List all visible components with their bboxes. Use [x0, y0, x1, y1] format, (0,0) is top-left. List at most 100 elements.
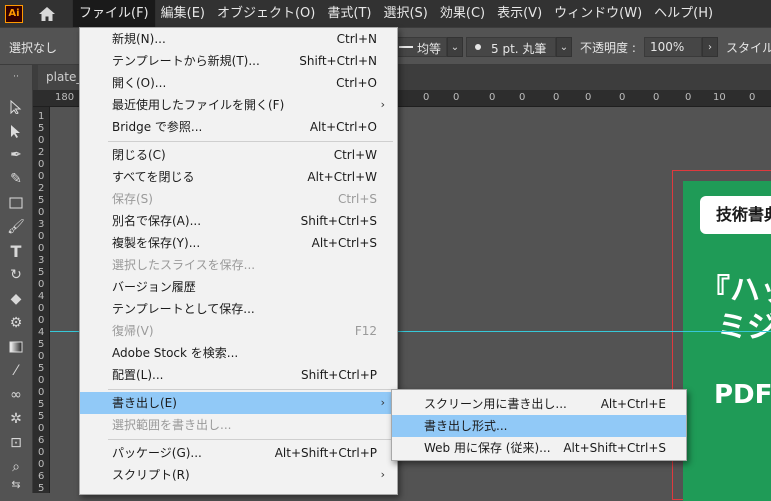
- ruler-label: 0: [38, 351, 45, 362]
- rectangle-tool-icon[interactable]: [4, 193, 28, 213]
- menu-item-new-from-template[interactable]: テンプレートから新規(T)... Shift+Ctrl+N: [80, 50, 397, 72]
- ruler-label: 3: [38, 255, 45, 266]
- menu-object[interactable]: オブジェクト(O): [211, 0, 321, 27]
- ruler-label: 0: [38, 231, 45, 242]
- paintbrush-tool-icon[interactable]: 🖌: [4, 217, 28, 237]
- menu-bar: Ai ファイル(F) 編集(E) オブジェクト(O) 書式(T) 選択(S) 効…: [0, 0, 771, 28]
- opacity-input[interactable]: 100%: [644, 37, 702, 57]
- pen-tool-icon[interactable]: ✒: [4, 145, 28, 165]
- curvature-tool-icon[interactable]: ✎: [4, 169, 28, 189]
- symbol-sprayer-tool-icon[interactable]: ✲: [4, 409, 28, 429]
- stroke-style-label: 均等: [417, 42, 442, 56]
- menu-item-new[interactable]: 新規(N)... Ctrl+N: [80, 28, 397, 50]
- stroke-line-icon: [399, 46, 413, 48]
- illustrator-logo: Ai: [5, 4, 23, 23]
- ruler-label: 0: [38, 171, 45, 182]
- rotate-tool-icon[interactable]: ↻: [4, 265, 28, 285]
- panel-collapse-icon[interactable]: ··: [4, 67, 28, 87]
- menu-file[interactable]: ファイル(F): [72, 0, 156, 28]
- menu-view[interactable]: 表示(V): [491, 0, 548, 27]
- menu-item-save-selected-slices[interactable]: 選択したスライスを保存...: [80, 254, 397, 276]
- menu-separator: [108, 439, 393, 440]
- stroke-style-select[interactable]: 均等: [392, 37, 447, 57]
- menu-item-open-recent[interactable]: 最近使用したファイルを開く(F) ›: [80, 94, 397, 116]
- menu-item-export[interactable]: 書き出し(E) ›: [80, 392, 397, 414]
- menu-type[interactable]: 書式(T): [321, 0, 377, 27]
- artboard-title-line2: ミジ: [717, 310, 771, 345]
- menu-item-save-as[interactable]: 別名で保存(A)... Shift+Ctrl+S: [80, 210, 397, 232]
- ruler-label: 0: [38, 447, 45, 458]
- menu-item-close[interactable]: 閉じる(C) Ctrl+W: [80, 144, 397, 166]
- ruler-label: 0: [38, 387, 45, 398]
- brush-chevron-icon[interactable]: ⌄: [556, 37, 572, 57]
- stroke-style-chevron-icon[interactable]: ⌄: [447, 37, 463, 57]
- menu-separator: [108, 389, 393, 390]
- ruler-label: 6: [38, 471, 45, 482]
- menu-item-save-copy[interactable]: 複製を保存(Y)... Alt+Ctrl+S: [80, 232, 397, 254]
- menu-edit[interactable]: 編集(E): [155, 0, 211, 27]
- menu-item-scripts[interactable]: スクリプト(R) ›: [80, 464, 397, 486]
- selection-status: 選択なし: [9, 41, 58, 55]
- menu-select[interactable]: 選択(S): [377, 0, 433, 27]
- menu-item-export-selection[interactable]: 選択範囲を書き出し...: [80, 414, 397, 436]
- ruler-label: 4: [38, 291, 45, 302]
- brush-select[interactable]: 5 pt. 丸筆: [466, 37, 556, 57]
- menu-help[interactable]: ヘルプ(H): [648, 0, 719, 27]
- selection-tool-icon[interactable]: [4, 97, 28, 117]
- ruler-label: 0: [38, 279, 45, 290]
- brush-dot-icon: [475, 44, 481, 50]
- menu-item-save-as-template[interactable]: テンプレートとして保存...: [80, 298, 397, 320]
- menu-item-package[interactable]: パッケージ(G)... Alt+Shift+Ctrl+P: [80, 442, 397, 464]
- ruler-label: 5: [38, 363, 45, 374]
- ruler-label: 5: [38, 195, 45, 206]
- eraser-tool-icon[interactable]: ◆: [4, 289, 28, 309]
- home-icon[interactable]: [37, 5, 57, 23]
- artboard-pdf-label: PDF: [714, 380, 771, 410]
- ruler-label: 180: [55, 92, 75, 103]
- ruler-label: 2: [38, 183, 45, 194]
- artboard-tool-icon[interactable]: ⊡: [4, 433, 28, 453]
- ruler-label: 6: [38, 435, 45, 446]
- menu-item-browse-bridge[interactable]: Bridge で参照... Alt+Ctrl+O: [80, 116, 397, 138]
- ruler-label: 0: [423, 92, 430, 103]
- menu-items: ファイル(F) 編集(E) オブジェクト(O) 書式(T) 選択(S) 効果(C…: [72, 0, 719, 28]
- eyedropper-tool-icon[interactable]: ⁄: [4, 361, 28, 381]
- ruler-label: 0: [585, 92, 592, 103]
- menu-item-search-adobe-stock[interactable]: Adobe Stock を検索...: [80, 342, 397, 364]
- menu-item-revert[interactable]: 復帰(V) F12: [80, 320, 397, 342]
- ruler-label: 1: [38, 111, 45, 122]
- type-tool-icon[interactable]: T: [4, 241, 28, 261]
- opacity-arrow-icon[interactable]: ›: [702, 37, 718, 57]
- menu-window[interactable]: ウィンドウ(W): [548, 0, 648, 27]
- gradient-tool-icon[interactable]: [4, 337, 28, 357]
- tools-panel: ·· ✒ ✎ 🖌 T ↻ ◆ ⚙ ⁄ ∞ ✲ ⊡ ⌕ ⇆: [0, 65, 33, 493]
- ruler-label: 0: [749, 92, 756, 103]
- ruler-label: 0: [453, 92, 460, 103]
- menu-item-export-for-screens[interactable]: スクリーン用に書き出し... Alt+Ctrl+E: [392, 393, 686, 415]
- file-menu: 新規(N)... Ctrl+N テンプレートから新規(T)... Shift+Ctr…: [79, 27, 398, 495]
- menu-item-version-history[interactable]: バージョン履歴: [80, 276, 397, 298]
- menu-item-save[interactable]: 保存(S) Ctrl+S: [80, 188, 397, 210]
- puppet-warp-tool-icon[interactable]: ⚙: [4, 313, 28, 333]
- menu-item-close-all[interactable]: すべてを閉じる Alt+Ctrl+W: [80, 166, 397, 188]
- ruler-label: 5: [38, 267, 45, 278]
- menu-item-export-as[interactable]: 書き出し形式...: [392, 415, 686, 437]
- direct-selection-tool-icon[interactable]: [4, 121, 28, 141]
- ruler-label: 0: [653, 92, 660, 103]
- ruler-label: 5: [38, 339, 45, 350]
- zoom-tool-icon[interactable]: ⌕: [4, 457, 28, 477]
- blend-tool-icon[interactable]: ∞: [4, 385, 28, 405]
- menu-effect[interactable]: 効果(C): [434, 0, 491, 27]
- menu-item-open[interactable]: 開く(O)... Ctrl+O: [80, 72, 397, 94]
- menu-item-save-for-web[interactable]: Web 用に保存 (従来)... Alt+Shift+Ctrl+S: [392, 437, 686, 459]
- ruler-label: 0: [38, 375, 45, 386]
- document-tab[interactable]: plate_: [38, 65, 80, 90]
- ruler-label: 3: [38, 219, 45, 230]
- menu-separator: [108, 141, 393, 142]
- brush-label: 5 pt. 丸筆: [491, 42, 547, 56]
- ruler-label: 2: [38, 147, 45, 158]
- menu-item-place[interactable]: 配置(L)... Shift+Ctrl+P: [80, 364, 397, 386]
- ruler-label: 0: [38, 243, 45, 254]
- ruler-label: 5: [38, 123, 45, 134]
- fill-stroke-swap-icon[interactable]: ⇆: [4, 477, 28, 491]
